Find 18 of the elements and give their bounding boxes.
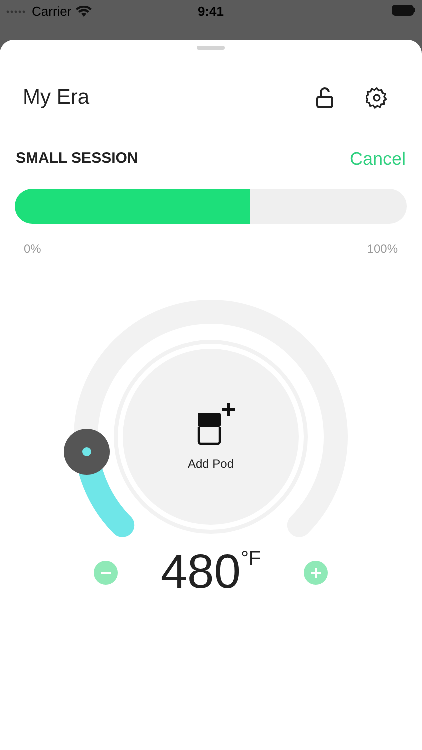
carrier-name: Carrier: [32, 3, 72, 21]
signal-icon: [6, 10, 28, 14]
battery-icon: [392, 5, 416, 16]
temperature-unit: °F: [240, 548, 262, 568]
unlock-icon[interactable]: [316, 86, 334, 109]
dial-knob[interactable]: [62, 428, 111, 476]
add-pod-button[interactable]: Add Pod: [123, 348, 299, 524]
session-title: SMALL SESSION: [16, 148, 138, 169]
temperature-value: 480: [160, 548, 241, 596]
settings-icon[interactable]: [366, 86, 388, 109]
wifi-icon: [76, 6, 92, 18]
progress-max-label: 100%: [367, 240, 398, 258]
minus-icon: [101, 572, 111, 574]
progress-min-label: 0%: [24, 240, 42, 258]
sheet-handle[interactable]: [197, 46, 225, 50]
status-time: 9:41: [196, 3, 226, 21]
plus-icon: [311, 568, 321, 578]
device-title: My Era: [23, 85, 90, 111]
